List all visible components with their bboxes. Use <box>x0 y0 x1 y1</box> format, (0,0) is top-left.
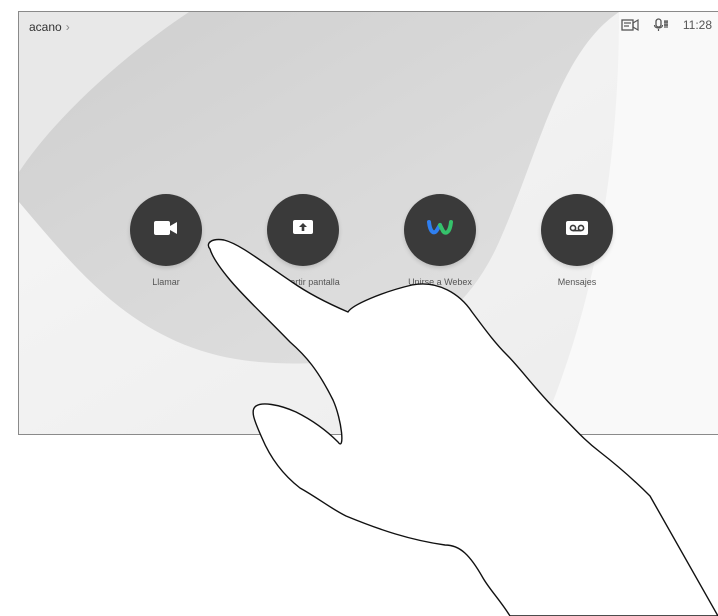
touch-panel-screen: acano › 11:28 Llamar Compartir pantalla … <box>18 11 718 435</box>
join-webex-action[interactable]: Unirse a Webex <box>380 194 500 287</box>
share-screen-button[interactable] <box>267 194 339 266</box>
messages-action[interactable]: Mensajes <box>517 194 637 287</box>
microphone-icon[interactable] <box>653 18 669 32</box>
device-name: acano <box>29 20 62 34</box>
video-camera-icon <box>153 219 179 242</box>
messages-button[interactable] <box>541 194 613 266</box>
messages-label: Mensajes <box>557 277 597 287</box>
share-screen-action[interactable]: Compartir pantalla <box>243 194 363 287</box>
call-button[interactable] <box>130 194 202 266</box>
call-action[interactable]: Llamar <box>106 194 226 287</box>
device-name-button[interactable]: acano › <box>29 20 70 34</box>
join-webex-label: Unirse a Webex <box>408 277 472 287</box>
join-webex-button[interactable] <box>404 194 476 266</box>
status-bar: 11:28 <box>621 18 712 32</box>
voicemail-icon <box>565 219 589 242</box>
chevron-right-icon: › <box>65 20 70 34</box>
webex-icon <box>426 218 454 243</box>
share-screen-label: Compartir pantalla <box>266 277 340 287</box>
share-screen-icon <box>292 219 314 242</box>
call-label: Llamar <box>152 277 180 287</box>
screen-share-status-icon[interactable] <box>621 18 639 32</box>
clock: 11:28 <box>682 18 712 32</box>
